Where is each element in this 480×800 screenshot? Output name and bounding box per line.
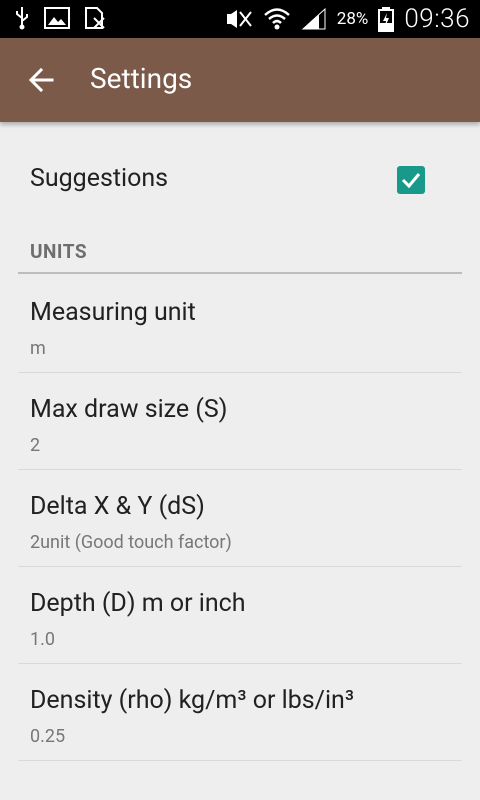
battery-percent: 28% [336,9,369,29]
setting-max-draw-size[interactable]: Max draw size (S) 2 [0,373,480,470]
signal-icon [301,7,326,30]
section-divider [18,272,462,274]
section-header-units: UNITS [30,240,88,263]
battery-icon [378,7,395,32]
setting-delta-xy[interactable]: Delta X & Y (dS) 2unit (Good touch facto… [0,470,480,567]
setting-measuring-unit[interactable]: Measuring unit m [0,276,480,373]
status-time: 09:36 [404,4,470,34]
setting-value: 0.25 [30,726,66,747]
setting-title: Max draw size (S) [30,395,228,424]
setting-title: Measuring unit [30,298,196,327]
divider [18,760,462,761]
usb-icon [16,7,28,30]
image-icon [44,7,70,29]
mute-icon [226,10,252,28]
status-bar: 28% 09:36 [0,0,480,38]
sim-icon [85,7,105,29]
setting-value: 1.0 [30,629,55,650]
setting-value: 2 [30,435,41,456]
suggestions-checkbox[interactable] [397,166,425,194]
page-title: Settings [90,62,193,95]
setting-density[interactable]: Density (rho) kg/m³ or lbs/in³ 0.25 [0,664,480,761]
status-right-icons: 28% 09:36 [225,4,470,34]
suggestions-row[interactable]: Suggestions [0,138,480,222]
app-bar: Settings [0,38,480,122]
setting-value: m [30,338,46,359]
setting-title: Density (rho) kg/m³ or lbs/in³ [30,686,355,715]
setting-title: Delta X & Y (dS) [30,492,205,521]
status-left-icons [14,6,106,30]
check-icon [401,173,421,189]
suggestions-label: Suggestions [30,164,169,193]
setting-depth[interactable]: Depth (D) m or inch 1.0 [0,567,480,664]
wifi-icon [263,8,290,30]
setting-title: Depth (D) m or inch [30,589,246,618]
setting-value: 2unit (Good touch factor) [30,532,232,553]
back-arrow-icon[interactable] [26,64,58,96]
